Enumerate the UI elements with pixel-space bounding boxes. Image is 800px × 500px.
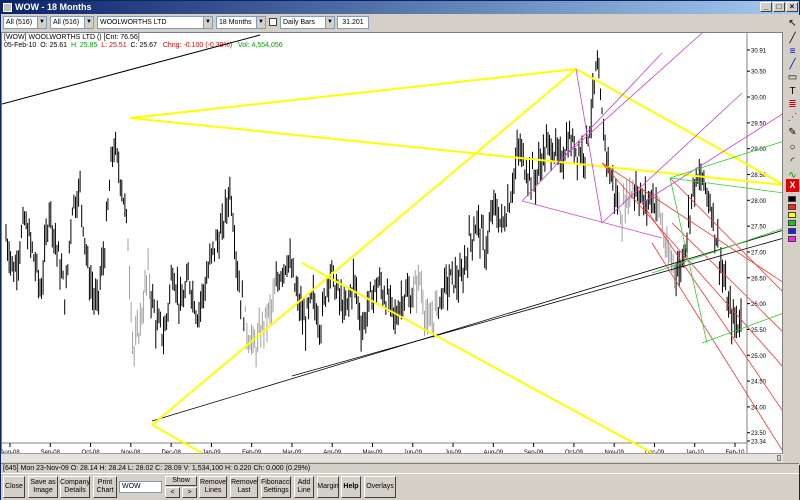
next-button[interactable]: > [182, 487, 197, 498]
rectangle-tool-icon[interactable]: ▭ [786, 71, 799, 84]
price-chart[interactable]: 30.9130.5030.0029.5029.0028.5028.0027.50… [2, 33, 782, 461]
green-line [701, 313, 782, 344]
price-bar-series-faded [127, 177, 676, 368]
horizontal-scrollbar[interactable] [1, 453, 783, 462]
prev-button[interactable]: < [165, 487, 180, 498]
y-tick-label: 24.50 [751, 380, 767, 386]
trendline [2, 34, 261, 105]
green-line [669, 177, 782, 194]
fibonacci-settings-button[interactable]: Fibonacci Settings [261, 476, 291, 498]
company-details-button[interactable]: Company Details [60, 476, 90, 498]
chevron-down-icon: ▼ [203, 17, 212, 28]
margin-button[interactable]: Margin [317, 476, 339, 498]
add-line-button[interactable]: Add Line [294, 476, 314, 498]
security-select-value: WOOLWORTHS LTD [100, 19, 167, 26]
title-bar: WOW - 18 Months _ □ × [1, 1, 799, 14]
yellow-channel-line [129, 117, 782, 186]
pointer-tool-icon[interactable]: ↖ [786, 17, 799, 30]
delete-tool-icon[interactable]: X [786, 179, 799, 192]
yellow-channel-line [151, 68, 577, 426]
red-fan-line [651, 242, 782, 451]
text-tool-icon[interactable]: T [786, 85, 799, 98]
magenta-line [575, 68, 603, 224]
price-bar-series [5, 50, 742, 355]
help-button[interactable]: Help [341, 476, 361, 498]
status-bar: [645] Mon 23-Nov-09 O: 28.14 H: 28.24 L:… [1, 463, 799, 473]
channel-tool-icon[interactable]: ≡ [786, 45, 799, 58]
symbol-input[interactable]: WOW [119, 481, 162, 493]
period-select-value: 18 Months [219, 19, 252, 26]
fibonacci-tool-icon[interactable]: ≣ [786, 98, 799, 111]
y-tick-label: 27.50 [751, 225, 767, 231]
color-magenta-swatch[interactable] [788, 236, 796, 242]
trendline-tool-icon[interactable]: ╱ [786, 32, 799, 45]
red-fan-line [601, 162, 782, 367]
minimize-button[interactable]: _ [760, 2, 772, 12]
y-tick-label: 24.00 [751, 405, 767, 411]
yellow-channel-line [301, 262, 653, 454]
chevron-down-icon: ▼ [37, 17, 46, 28]
security-select[interactable]: WOOLWORTHS LTD ▼ [97, 16, 213, 29]
magenta-line [601, 92, 743, 224]
bottom-button-bar: Close Save as Image Company Details Prin… [1, 473, 799, 500]
bar-type-select[interactable]: Daily Bars ▼ [280, 16, 335, 29]
y-tick-label: 29.00 [751, 147, 767, 153]
y-tick-label: 30.50 [751, 70, 767, 76]
overlays-button[interactable]: Overlays [364, 476, 396, 498]
pen-tool-icon[interactable]: ✎ [786, 126, 799, 139]
bar-type-select-value: Daily Bars [283, 19, 315, 26]
scrollbar-thumb[interactable] [777, 455, 781, 461]
app-window: WOW - 18 Months _ □ × All (516) ▼ All (5… [0, 0, 800, 500]
list-select-1[interactable]: All (516) ▼ [3, 16, 47, 29]
y-tick-label: 29.50 [751, 121, 767, 127]
price-bars [5, 50, 742, 368]
parallel-tool-icon[interactable]: ╱ [786, 58, 799, 71]
circle-tool-icon[interactable]: ○ [786, 141, 799, 154]
chevron-down-icon: ▼ [84, 17, 93, 28]
print-chart-button[interactable]: Print Chart [93, 476, 117, 498]
maximize-button[interactable]: □ [773, 2, 785, 12]
y-tick-label: 25.00 [751, 354, 767, 360]
show-button[interactable]: Show [165, 476, 197, 486]
drawing-tool-palette: ↖ ╱ ≡ ╱ ▭ T ≣ ⋰ ✎ ○ ◜ ∿ X [784, 15, 800, 465]
y-tick-label: 28.00 [751, 199, 767, 205]
list-select-1-value: All (516) [6, 19, 33, 26]
magenta-line [521, 52, 663, 202]
list-select-2[interactable]: All (516) ▼ [50, 16, 94, 29]
close-window-button[interactable]: × [786, 2, 798, 12]
option-checkbox[interactable] [269, 18, 277, 26]
yellow-channel-line [151, 424, 203, 454]
color-blue-swatch[interactable] [788, 228, 796, 234]
y-tick-label: 30.00 [751, 96, 767, 102]
color-green-swatch[interactable] [788, 220, 796, 226]
remove-last-button[interactable]: Remove Last [230, 476, 258, 498]
chevron-down-icon: ▼ [256, 17, 265, 28]
color-yellow-swatch[interactable] [788, 212, 796, 218]
fan-tool-icon[interactable]: ⋰ [786, 111, 799, 124]
remove-lines-button[interactable]: Remove Lines [199, 476, 227, 498]
color-black-swatch[interactable] [788, 196, 796, 202]
period-select[interactable]: 18 Months ▼ [216, 16, 266, 29]
arc-tool-icon[interactable]: ◜ [786, 155, 799, 168]
color-red-swatch[interactable] [788, 204, 796, 210]
magenta-line [556, 33, 703, 164]
y-tick-label: 26.50 [751, 276, 767, 282]
y-tick-label: 27.00 [751, 250, 767, 256]
cursor-value-box: 31.201 [337, 16, 369, 29]
y-tick-label: 23.50 [751, 431, 767, 437]
close-button[interactable]: Close [3, 476, 25, 498]
chevron-down-icon: ▼ [325, 17, 334, 28]
save-image-button[interactable]: Save as Image [28, 476, 58, 498]
y-tick-label: 23.34 [751, 440, 767, 446]
window-title: WOW - 18 Months [15, 2, 92, 12]
yellow-channel-line [129, 68, 577, 119]
y-tick-label: 30.91 [751, 49, 767, 55]
list-select-2-value: All (516) [53, 19, 80, 26]
chart-area[interactable]: [WOW] WOOLWORTHS LTD () [Cnt: 76.56] 05-… [1, 32, 783, 462]
app-icon [3, 3, 12, 12]
toolbar: All (516) ▼ All (516) ▼ WOOLWORTHS LTD ▼… [1, 15, 799, 31]
